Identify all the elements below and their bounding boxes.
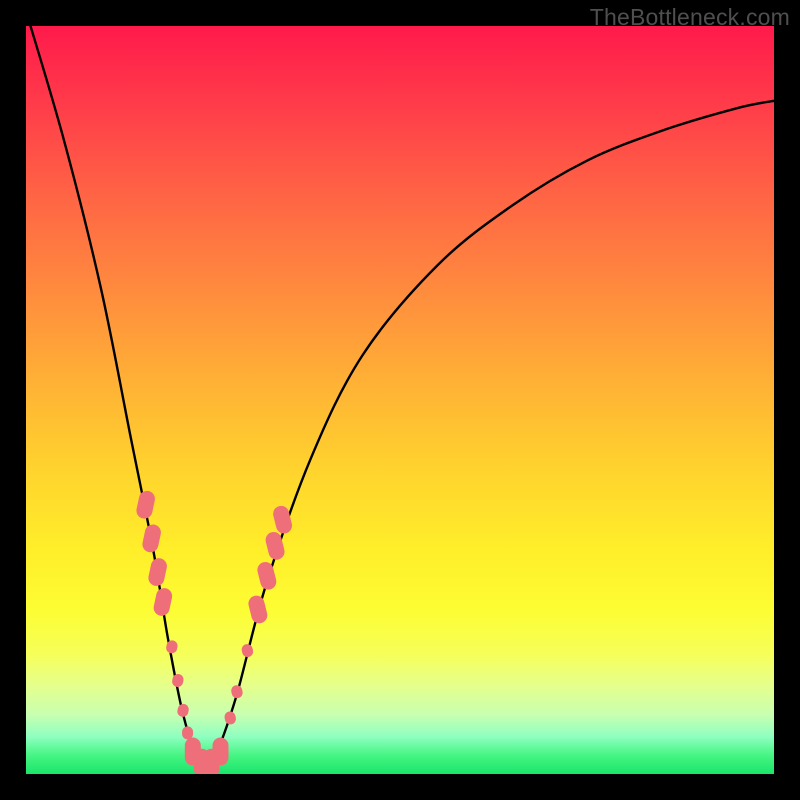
data-point xyxy=(176,703,189,718)
data-point xyxy=(247,594,269,625)
marker-layer xyxy=(135,489,294,774)
data-point xyxy=(135,489,156,520)
chart-frame: TheBottleneck.com xyxy=(0,0,800,800)
data-point xyxy=(240,643,254,658)
curve-layer xyxy=(26,26,774,766)
data-point xyxy=(256,560,278,591)
data-point xyxy=(147,557,168,588)
data-point xyxy=(223,710,237,725)
bottleneck-curve xyxy=(26,26,774,766)
plot-area xyxy=(26,26,774,774)
watermark-text: TheBottleneck.com xyxy=(590,4,790,31)
data-point xyxy=(165,639,178,654)
chart-svg xyxy=(26,26,774,774)
data-point xyxy=(212,738,228,766)
data-point xyxy=(230,684,244,699)
data-point xyxy=(152,587,173,618)
data-point xyxy=(182,726,193,739)
data-point xyxy=(141,523,162,554)
data-point xyxy=(171,673,184,688)
